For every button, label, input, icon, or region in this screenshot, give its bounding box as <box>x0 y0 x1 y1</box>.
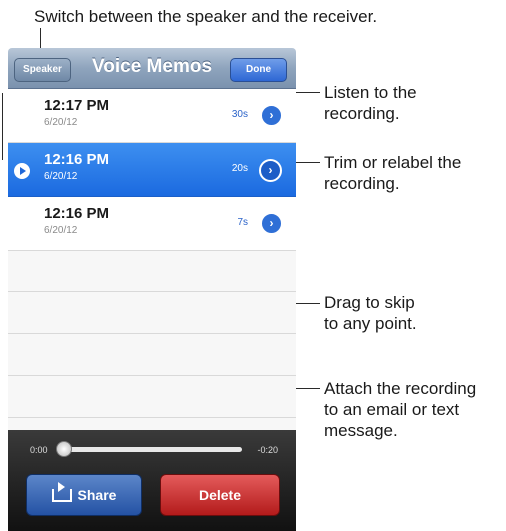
leader-line-listen-top <box>292 92 320 93</box>
chevron-right-icon[interactable]: › <box>261 105 282 126</box>
annotation-drag-line2: to any point. <box>324 314 417 333</box>
recording-time: 12:16 PM <box>44 205 110 222</box>
recording-row[interactable]: 12:17 PM 6/20/12 30s › <box>8 89 296 143</box>
recording-row-selected[interactable]: 12:16 PM 6/20/12 20s › <box>8 143 296 197</box>
annotation-attach-line1: Attach the recording <box>324 379 477 398</box>
annotation-trim: Trim or relabel the recording. <box>324 152 461 194</box>
scrubber-track[interactable] <box>64 447 242 452</box>
recording-duration: 20s <box>231 163 248 174</box>
annotation-drag: Drag to skip to any point. <box>324 292 417 334</box>
annotation-attach: Attach the recording to an email or text… <box>324 378 476 441</box>
share-label: Share <box>77 487 117 503</box>
recording-duration: 30s <box>231 109 248 120</box>
annotation-trim-line2: recording. <box>324 174 400 193</box>
recording-time: 12:16 PM <box>44 151 110 168</box>
chevron-right-icon[interactable]: › <box>259 159 282 182</box>
share-button[interactable]: Share <box>26 474 142 516</box>
done-button[interactable]: Done <box>230 58 287 82</box>
elapsed-time: 0:00 <box>30 445 48 455</box>
annotation-listen-line2: recording. <box>324 104 400 123</box>
delete-button[interactable]: Delete <box>160 474 280 516</box>
annotation-listen-line1: Listen to the <box>324 83 417 102</box>
recording-duration: 7s <box>237 217 248 228</box>
annotation-trim-line1: Trim or relabel the <box>324 153 462 172</box>
recording-date: 6/20/12 <box>44 117 78 128</box>
navigation-bar: Speaker Voice Memos Done <box>8 48 296 89</box>
phone-screen: Speaker Voice Memos Done 12:17 PM 6/20/1… <box>8 48 296 531</box>
scrubber-handle[interactable] <box>56 441 72 457</box>
recording-date: 6/20/12 <box>44 225 78 236</box>
annotation-listen: Listen to the recording. <box>324 82 417 124</box>
remaining-time: -0:20 <box>257 445 278 455</box>
annotation-drag-line1: Drag to skip <box>324 293 415 312</box>
chevron-right-icon[interactable]: › <box>261 213 282 234</box>
share-icon <box>51 482 72 502</box>
recording-date: 6/20/12 <box>44 171 78 182</box>
recording-time: 12:17 PM <box>44 97 110 114</box>
play-icon[interactable] <box>14 163 30 179</box>
leader-line-listen <box>2 93 3 160</box>
recordings-list: 12:17 PM 6/20/12 30s › 12:16 PM 6/20/12 … <box>8 89 296 251</box>
annotation-attach-line3: message. <box>324 421 398 440</box>
recording-row[interactable]: 12:16 PM 6/20/12 7s › <box>8 197 296 251</box>
playback-toolbar: 0:00 -0:20 Share Delete <box>8 430 296 531</box>
annotation-speaker: Switch between the speaker and the recei… <box>34 7 378 26</box>
annotation-attach-line2: to an email or text <box>324 400 460 419</box>
